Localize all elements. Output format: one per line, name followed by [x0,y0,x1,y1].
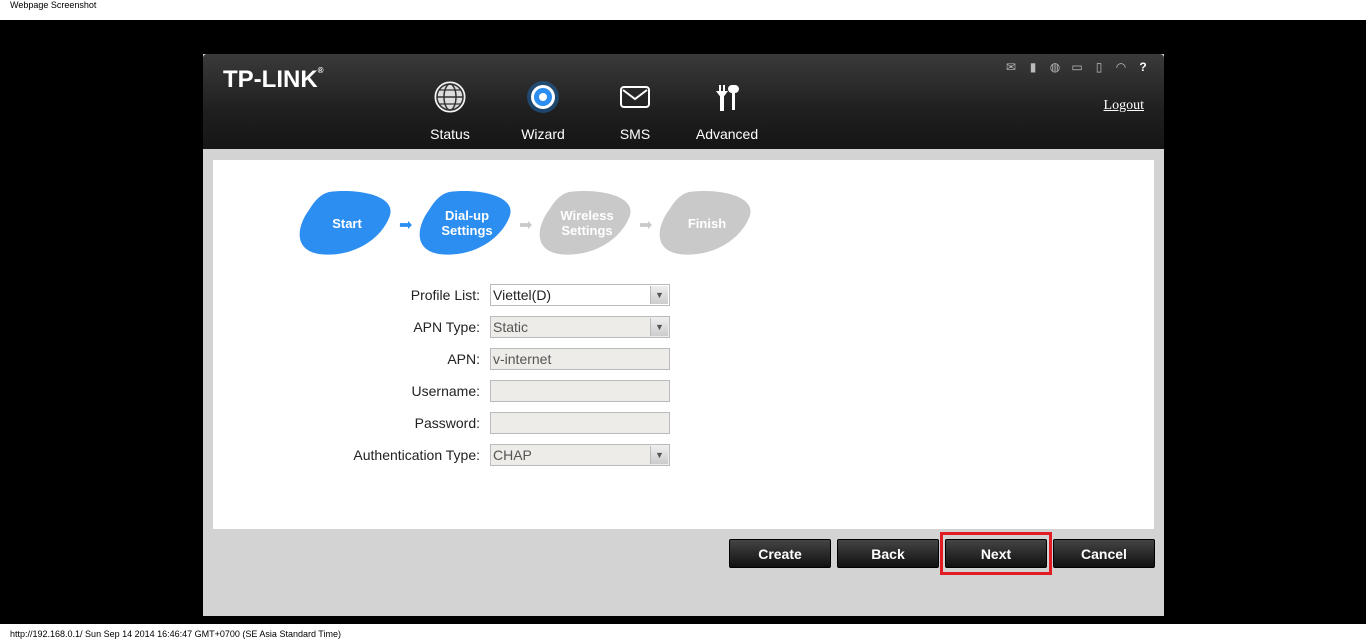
password-label: Password: [414,415,480,431]
nav-status-label: Status [430,126,470,142]
chevron-down-icon: ▼ [650,286,668,304]
router-app: TP-LINK® Status Wizard SMS Advanced ✉ ▮ … [203,54,1164,616]
chevron-down-icon: ▼ [650,446,668,464]
footer-url-timestamp: http://192.168.0.1/ Sun Sep 14 2014 16:4… [10,629,341,639]
nav-wizard[interactable]: Wizard [503,80,583,142]
profile-list-row: Profile List: Viettel(D) ▼ [213,284,1154,308]
nav-wizard-label: Wizard [521,126,565,142]
username-input[interactable] [490,380,670,402]
step-wireless-settings: Wireless Settings [539,190,635,256]
back-button[interactable]: Back [837,539,939,568]
tools-icon [716,85,739,111]
step-arrow: ➡ [639,217,653,234]
password-row: Password: [213,412,1154,436]
step-start: Start [299,190,395,256]
nav-status[interactable]: Status [410,80,490,142]
nav-advanced[interactable]: Advanced [687,80,767,142]
apn-type-label: APN Type: [413,319,480,335]
password-input[interactable] [490,412,670,434]
help-icon[interactable]: ? [1136,60,1150,74]
next-button-highlight [940,532,1052,575]
signal-icon: ▮ [1029,60,1037,74]
auth-type-select[interactable]: CHAP ▼ [490,444,670,466]
apn-label: APN: [447,351,480,367]
tp-link-logo: TP-LINK® [223,66,324,93]
apn-row: APN: v-internet [213,348,1154,372]
apn-input[interactable]: v-internet [490,348,670,370]
sd-card-icon: ▯ [1095,60,1103,74]
globe-icon[interactable]: ◍ [1048,60,1062,74]
chevron-down-icon: ▼ [650,318,668,336]
profile-list-label: Profile List: [410,287,480,303]
gear-icon [527,81,559,113]
username-label: Username: [411,383,480,399]
create-button[interactable]: Create [729,539,831,568]
wifi-icon[interactable]: ◠ [1114,60,1128,74]
nav-sms[interactable]: SMS [595,80,675,142]
window-title: Webpage Screenshot [10,0,97,10]
nav-advanced-label: Advanced [695,126,759,142]
top-header: TP-LINK® Status Wizard SMS Advanced ✉ ▮ … [203,54,1164,149]
wizard-panel: Start ➡ Dial-up Settings ➡ Wireless Sett… [213,160,1154,529]
envelope-icon [620,86,650,108]
nav-sms-label: SMS [619,126,651,142]
globe-icon [434,81,466,113]
profile-list-select[interactable]: Viettel(D) ▼ [490,284,670,306]
cancel-button[interactable]: Cancel [1053,539,1155,568]
step-finish: Finish [659,190,755,256]
step-arrow: ➡ [399,217,413,234]
apn-type-select[interactable]: Static ▼ [490,316,670,338]
step-dialup-settings: Dial-up Settings [419,190,515,256]
screenshot-header-bar: Webpage Screenshot [0,0,1366,20]
logout-link[interactable]: Logout [1104,98,1144,114]
screenshot-footer-bar: http://192.168.0.1/ Sun Sep 14 2014 16:4… [0,624,1366,640]
battery-icon: ▭ [1071,60,1083,74]
auth-type-label: Authentication Type: [353,447,480,463]
step-arrow: ➡ [519,217,533,234]
mail-icon[interactable]: ✉ [1004,60,1018,74]
status-icon-bar: ✉ ▮ ◍ ▭ ▯ ◠ ? [1004,60,1150,74]
username-row: Username: [213,380,1154,404]
auth-type-row: Authentication Type: CHAP ▼ [213,444,1154,468]
apn-type-row: APN Type: Static ▼ [213,316,1154,340]
